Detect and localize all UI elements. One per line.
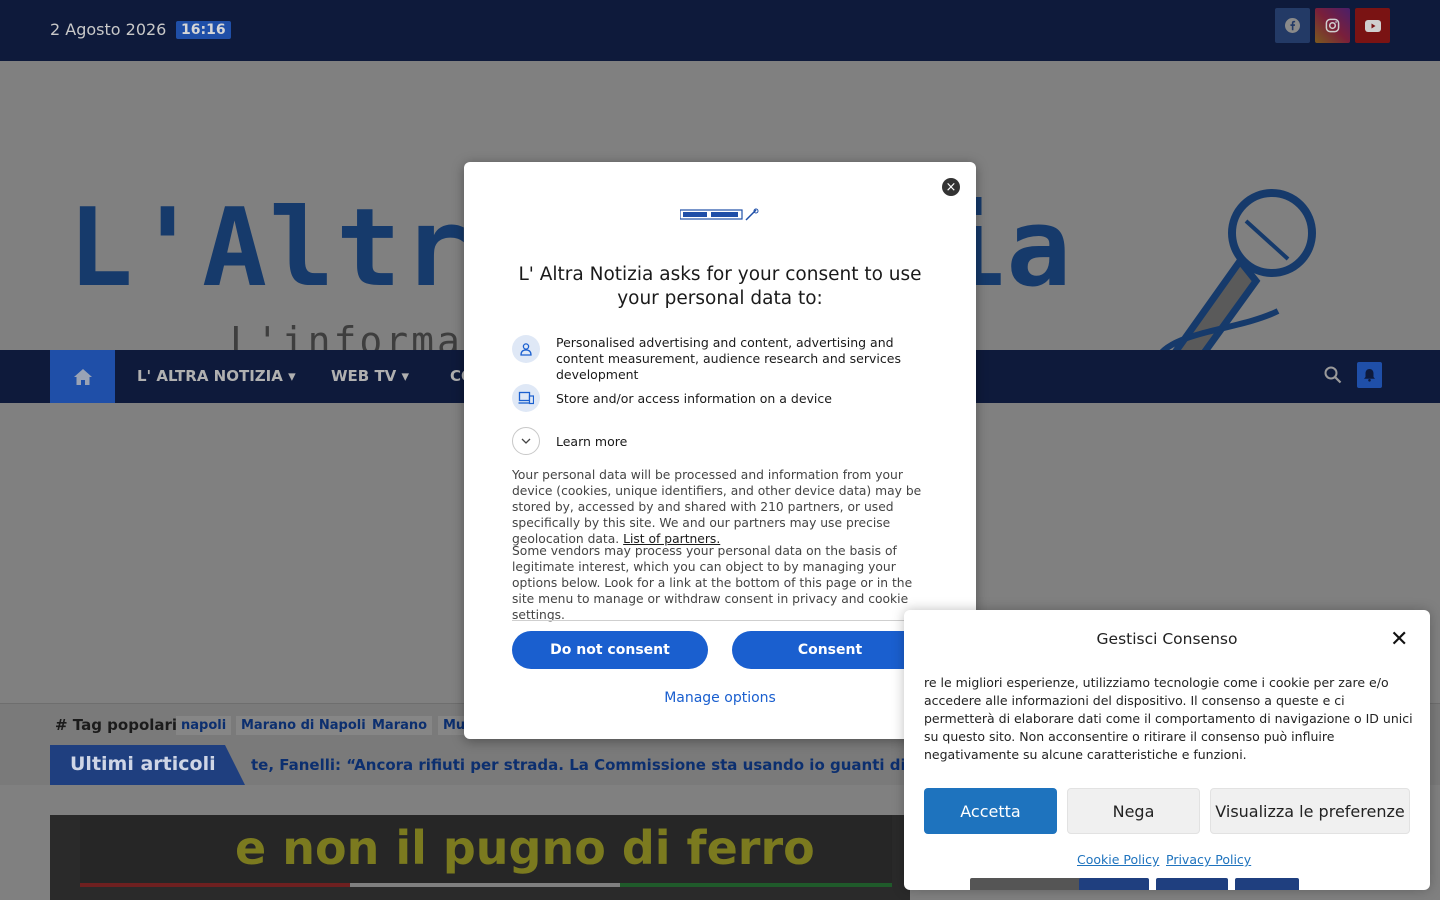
- privacy-policy-link[interactable]: Privacy Policy: [1166, 852, 1251, 867]
- current-date: 2 Agosto 2026: [50, 20, 167, 39]
- nav-item-web-tv[interactable]: WEB TV ▾: [331, 367, 409, 385]
- divider: [512, 620, 928, 621]
- site-logo-small: [680, 208, 759, 221]
- background-tag: [1156, 878, 1228, 890]
- cookie-panel-text: re le migliori esperienze, utilizziamo t…: [924, 675, 1413, 762]
- consent-paragraph-legitimate-interest: Some vendors may process your personal d…: [512, 544, 913, 622]
- italian-flag-stripe: [80, 883, 350, 887]
- tag-link[interactable]: Marano di Napoli: [236, 716, 371, 735]
- cookie-policy-link[interactable]: Cookie Policy: [1077, 852, 1159, 867]
- bell-icon[interactable]: [1357, 362, 1382, 388]
- purpose-item: Personalised advertising and content, ad…: [512, 335, 928, 382]
- purpose-text: Store and/or access information on a dev…: [556, 391, 832, 406]
- consent-dialog: × L' Altra Notizia asks for your consent…: [464, 162, 976, 739]
- learn-more-toggle[interactable]: Learn more: [512, 427, 928, 455]
- feature-banner: e non il pugno di ferro: [80, 815, 892, 887]
- consent-title: L' Altra Notizia asks for your consent t…: [518, 264, 922, 309]
- deny-button[interactable]: Nega: [1067, 788, 1200, 834]
- accept-button[interactable]: Accetta: [924, 788, 1057, 834]
- flag-stripe-white: [350, 883, 620, 887]
- current-time: 16:16: [176, 21, 231, 39]
- facebook-icon[interactable]: [1275, 8, 1310, 43]
- tags-label: # Tag popolari: [55, 716, 178, 734]
- cookie-panel-title: Gestisci Consenso: [1096, 630, 1238, 648]
- chevron-down-icon[interactable]: [512, 427, 540, 455]
- cookie-consent-panel: Gestisci Consenso ✕ re le migliori esper…: [904, 610, 1430, 890]
- instagram-icon[interactable]: [1315, 8, 1350, 43]
- purpose-text: Personalised advertising and content, ad…: [556, 335, 901, 382]
- background-tag: [1079, 878, 1149, 890]
- close-icon[interactable]: ✕: [1390, 629, 1408, 651]
- search-icon[interactable]: [1324, 366, 1342, 384]
- learn-more-label[interactable]: Learn more: [556, 434, 627, 450]
- do-not-consent-button[interactable]: Do not consent: [512, 631, 708, 669]
- devices-icon: [512, 384, 540, 412]
- nav-item-altra-notizia[interactable]: L' ALTRA NOTIZIA ▾: [137, 367, 296, 385]
- youtube-icon[interactable]: [1355, 8, 1390, 43]
- ticker-headline[interactable]: te, Fanelli: “Ancora rifiuti per strada.…: [251, 756, 952, 774]
- consent-paragraph: Your personal data will be processed and…: [512, 468, 922, 546]
- consent-button[interactable]: Consent: [732, 631, 928, 669]
- featured-article-image[interactable]: e non il pugno di ferro: [50, 815, 910, 900]
- close-icon[interactable]: ×: [942, 178, 960, 196]
- feature-headline: e non il pugno di ferro: [235, 821, 815, 875]
- tag-link[interactable]: Marano: [367, 716, 433, 735]
- view-preferences-button[interactable]: Visualizza le preferenze: [1210, 788, 1410, 834]
- background-tag: [1235, 878, 1299, 890]
- home-icon[interactable]: [50, 350, 115, 403]
- top-bar: 2 Agosto 2026 16:16: [0, 0, 1440, 61]
- flag-stripe-green: [620, 883, 892, 887]
- manage-options-link[interactable]: Manage options: [464, 690, 976, 706]
- ticker-label: Ultimi articoli: [50, 745, 245, 785]
- purpose-item: Store and/or access information on a dev…: [512, 384, 928, 412]
- tag-link[interactable]: napoli: [176, 716, 232, 735]
- person-icon: [512, 335, 540, 363]
